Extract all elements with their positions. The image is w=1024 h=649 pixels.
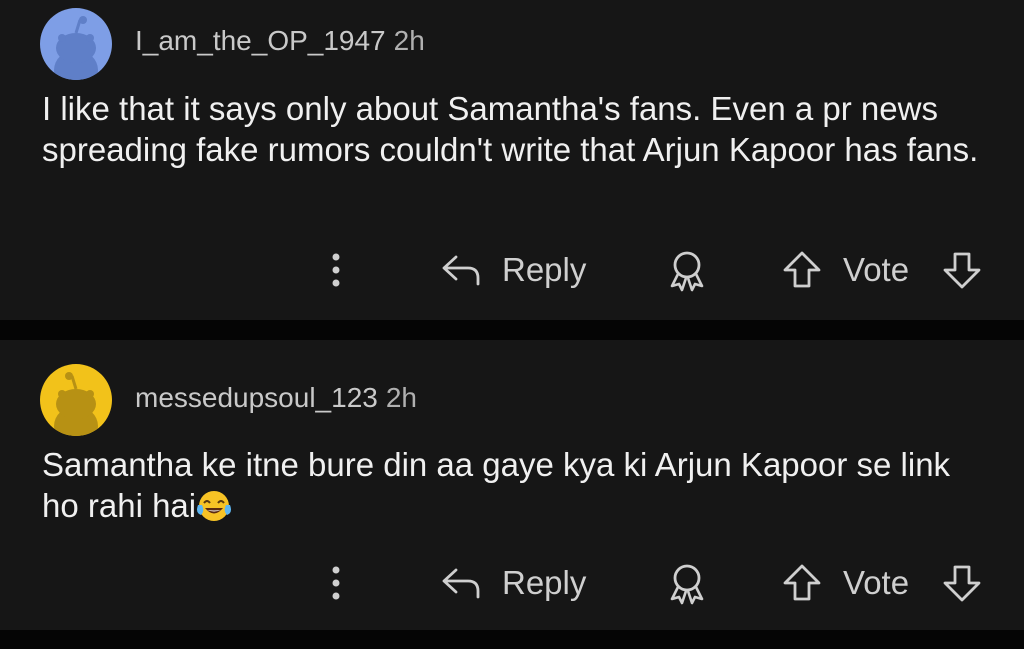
downvote-button[interactable] <box>940 248 984 292</box>
reply-arrow-icon <box>442 568 480 599</box>
reply-label: Reply <box>502 564 587 601</box>
more-vertical-icon <box>332 253 340 287</box>
timestamp: 2h <box>393 25 425 56</box>
comment-divider <box>0 320 1024 340</box>
snoo-avatar-icon <box>40 8 112 80</box>
vote-label: Vote <box>843 251 910 288</box>
award-icon <box>670 564 704 605</box>
username[interactable]: I_am_the_OP_1947 2h <box>135 25 425 57</box>
award-button[interactable] <box>666 561 708 605</box>
reply-label: Reply <box>502 251 587 288</box>
award-button[interactable] <box>666 248 708 292</box>
award-icon <box>670 251 704 292</box>
comment-body: I like that it says only about Samantha'… <box>42 90 979 168</box>
avatar[interactable] <box>40 364 112 436</box>
reply-button[interactable]: Reply <box>440 242 586 298</box>
comment-card: messedupsoul_123 2h Samantha ke itne bure… <box>0 340 1024 630</box>
upvote-button[interactable] <box>780 561 824 605</box>
upvote-arrow-icon <box>783 251 821 288</box>
username-text[interactable]: messedupsoul_123 <box>135 382 378 413</box>
face-with-tears-of-joy-icon <box>197 491 232 521</box>
upvote-button[interactable] <box>780 248 824 292</box>
avatar[interactable] <box>40 8 112 80</box>
upvote-arrow-icon <box>783 564 821 601</box>
more-options-button[interactable] <box>318 555 354 611</box>
more-options-button[interactable] <box>318 242 354 298</box>
downvote-arrow-icon <box>943 252 981 289</box>
comment-body: Samantha ke itne bure din aa gaye kya ki… <box>42 444 992 526</box>
comment-actions: Reply Vote <box>0 242 1024 298</box>
comment-actions: Reply Vote <box>0 555 1024 611</box>
reply-button[interactable]: Reply <box>440 555 586 611</box>
username-text[interactable]: I_am_the_OP_1947 <box>135 25 386 56</box>
snoo-avatar-icon <box>40 364 112 436</box>
vote-label: Vote <box>843 564 910 601</box>
more-vertical-icon <box>332 566 340 600</box>
comment-divider <box>0 630 1024 649</box>
username[interactable]: messedupsoul_123 2h <box>135 382 417 414</box>
downvote-button[interactable] <box>940 561 984 605</box>
downvote-arrow-icon <box>943 565 981 602</box>
timestamp: 2h <box>385 382 417 413</box>
reply-arrow-icon <box>442 255 480 286</box>
comment-card: I_am_the_OP_1947 2h I like that it says o… <box>0 0 1024 320</box>
comment-body-text: Samantha ke itne bure din aa gaye kya ki… <box>42 446 951 524</box>
